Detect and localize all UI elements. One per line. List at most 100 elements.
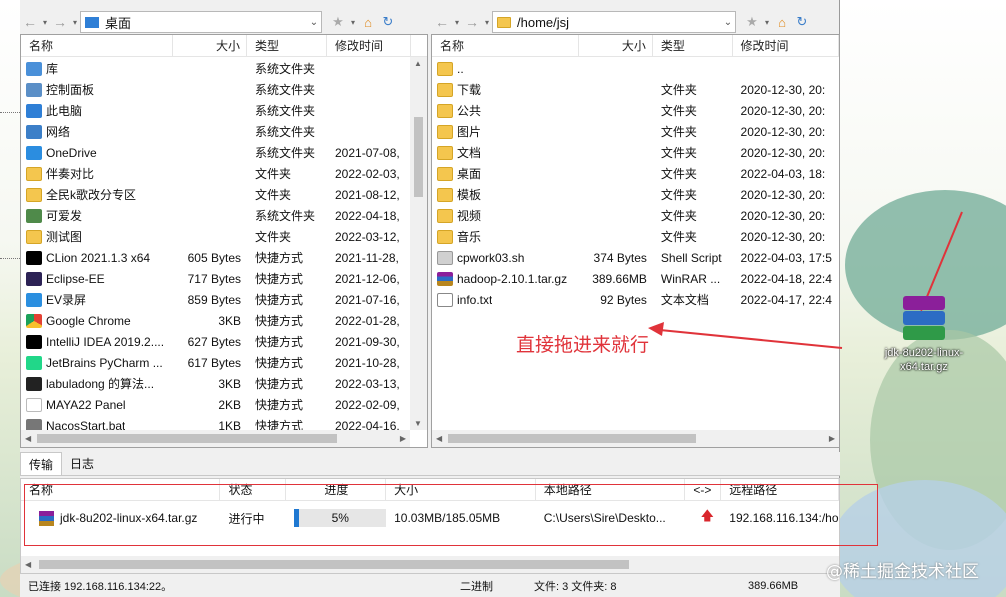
- list-item[interactable]: cpwork03.sh 374 Bytes Shell Script 2022-04-…: [432, 247, 839, 268]
- scroll-right-icon[interactable]: ▶: [829, 434, 835, 443]
- scrollbar-thumb[interactable]: [39, 560, 629, 569]
- scrollbar-thumb[interactable]: [414, 117, 423, 197]
- vertical-scrollbar[interactable]: ▲ ▼: [410, 57, 427, 430]
- column-header-progress[interactable]: 进度: [286, 479, 387, 500]
- list-item[interactable]: ..: [432, 58, 839, 79]
- home-icon[interactable]: ⌂: [772, 12, 792, 32]
- column-header-name[interactable]: 名称: [21, 35, 173, 57]
- list-item[interactable]: 测试图 文件夹 2022-03-12,: [21, 226, 427, 247]
- list-item[interactable]: 公共 文件夹 2020-12-30, 20:: [432, 100, 839, 121]
- list-item[interactable]: EV录屏 859 Bytes 快捷方式 2021-07-16,: [21, 289, 427, 310]
- file-modified: 2022-04-18, 22:4: [740, 271, 832, 286]
- column-header-name[interactable]: 名称: [432, 35, 580, 57]
- scroll-right-icon[interactable]: ▶: [400, 434, 406, 443]
- file-name: hadoop-2.10.1.tar.gz: [457, 271, 568, 286]
- list-item[interactable]: 下载 文件夹 2020-12-30, 20:: [432, 79, 839, 100]
- file-type: 文件夹: [255, 167, 292, 181]
- local-path-combo[interactable]: 桌面 ⌄: [80, 11, 322, 33]
- desktop-file-icon[interactable]: jdk-8u202-linux-x64.tar.gz: [884, 296, 964, 374]
- list-item[interactable]: 全民k歌改分专区 文件夹 2021-08-12,: [21, 184, 427, 205]
- horizontal-scrollbar[interactable]: ◀: [21, 556, 839, 573]
- list-item[interactable]: hadoop-2.10.1.tar.gz 389.66MB WinRAR ... 20…: [432, 268, 839, 289]
- column-header-size[interactable]: 大小: [386, 479, 536, 500]
- list-item[interactable]: info.txt 92 Bytes 文本文档 2022-04-17, 22:4: [432, 289, 839, 310]
- total-size: 389.66MB: [748, 579, 799, 592]
- scroll-left-icon[interactable]: ◀: [436, 434, 442, 443]
- chevron-down-icon[interactable]: ▾: [482, 18, 492, 27]
- list-item[interactable]: Google Chrome 3KB 快捷方式 2022-01-28,: [21, 310, 427, 331]
- list-item[interactable]: 网络 系统文件夹: [21, 121, 427, 142]
- list-item[interactable]: 桌面 文件夹 2022-04-03, 18:: [432, 163, 839, 184]
- chevron-down-icon[interactable]: ⌄: [307, 17, 321, 28]
- column-header-type[interactable]: 类型: [653, 35, 733, 57]
- star-icon[interactable]: ★: [328, 12, 348, 32]
- list-item[interactable]: CLion 2021.1.3 x64 605 Bytes 快捷方式 2021-11-2…: [21, 247, 427, 268]
- column-header-modified[interactable]: 修改时间: [327, 35, 411, 57]
- connection-status: 已连接 192.168.116.134:22。: [28, 580, 173, 593]
- file-name: Google Chrome: [46, 313, 131, 328]
- list-item[interactable]: Eclipse-EE 717 Bytes 快捷方式 2021-12-06,: [21, 268, 427, 289]
- transfer-queue-header: 名称 状态 进度 大小 本地路径 <-> 远程路径: [21, 479, 839, 501]
- list-item[interactable]: OneDrive 系统文件夹 2021-07-08,: [21, 142, 427, 163]
- file-name: cpwork03.sh: [457, 250, 525, 265]
- column-header-local-path[interactable]: 本地路径: [536, 479, 686, 500]
- forward-arrow-icon[interactable]: →: [462, 12, 482, 32]
- transfer-file-name: jdk-8u202-linux-x64.tar.gz: [60, 511, 198, 525]
- list-item[interactable]: 伴奏对比 文件夹 2022-02-03,: [21, 163, 427, 184]
- back-arrow-icon[interactable]: ←: [432, 12, 452, 32]
- file-modified: 2020-12-30, 20:: [740, 82, 826, 97]
- column-header-remote-path[interactable]: 远程路径: [721, 479, 839, 500]
- remote-path-combo[interactable]: /home/jsj ⌄: [492, 11, 736, 33]
- star-icon[interactable]: ★: [742, 12, 762, 32]
- column-header-direction[interactable]: <->: [685, 479, 722, 500]
- chevron-down-icon[interactable]: ▾: [762, 18, 772, 27]
- column-header-size[interactable]: 大小: [173, 35, 247, 57]
- local-file-list[interactable]: 名称 大小 类型 修改时间 库系统文件夹 控制面板 系统文件夹 此电脑 系统文件夹 网络系…: [20, 34, 428, 448]
- list-item[interactable]: 控制面板 系统文件夹: [21, 79, 427, 100]
- home-icon[interactable]: ⌂: [358, 12, 378, 32]
- chevron-down-icon[interactable]: ▾: [40, 18, 50, 27]
- scrollbar-thumb[interactable]: [37, 434, 337, 443]
- list-item[interactable]: 此电脑 系统文件夹: [21, 100, 427, 121]
- list-item[interactable]: 音乐 文件夹 2020-12-30, 20:: [432, 226, 839, 247]
- scroll-left-icon[interactable]: ◀: [25, 560, 31, 569]
- horizontal-scrollbar[interactable]: ◀ ▶: [432, 430, 839, 447]
- list-item[interactable]: MAYA22 Panel 2KB 快捷方式 2022-02-09,: [21, 394, 427, 415]
- tab-transfer[interactable]: 传输: [20, 452, 63, 475]
- horizontal-scrollbar[interactable]: ◀ ▶: [21, 430, 410, 447]
- scrollbar-thumb[interactable]: [448, 434, 696, 443]
- refresh-icon[interactable]: ↻: [378, 12, 398, 32]
- column-header-status[interactable]: 状态: [220, 479, 287, 500]
- list-item[interactable]: 可爱发 系统文件夹 2022-04-18,: [21, 205, 427, 226]
- chevron-down-icon[interactable]: ▾: [348, 18, 358, 27]
- list-item[interactable]: JetBrains PyCharm ... 617 Bytes 快捷方式 2021-1…: [21, 352, 427, 373]
- chevron-down-icon[interactable]: ▾: [452, 18, 462, 27]
- upload-arrow-icon: 🡅: [700, 508, 714, 523]
- tab-log[interactable]: 日志: [62, 452, 102, 475]
- refresh-icon[interactable]: ↻: [792, 12, 812, 32]
- list-item[interactable]: IntelliJ IDEA 2019.2.... 627 Bytes 快捷方式 202…: [21, 331, 427, 352]
- remote-file-list[interactable]: 名称 大小 类型 修改时间 .. 下载 文件夹 2020-12-30, 20: 公共 文件…: [431, 34, 840, 448]
- chrome-icon: [26, 313, 42, 328]
- scroll-down-icon[interactable]: ▼: [414, 419, 422, 428]
- scroll-up-icon[interactable]: ▲: [414, 59, 422, 68]
- list-item[interactable]: 视频 文件夹 2020-12-30, 20:: [432, 205, 839, 226]
- forward-arrow-icon[interactable]: →: [50, 12, 70, 32]
- list-item[interactable]: 文档 文件夹 2020-12-30, 20:: [432, 142, 839, 163]
- list-item[interactable]: 模板 文件夹 2020-12-30, 20:: [432, 184, 839, 205]
- chevron-down-icon[interactable]: ▾: [70, 18, 80, 27]
- list-item[interactable]: labuladong 的算法... 3KB 快捷方式 2022-03-13,: [21, 373, 427, 394]
- file-name: 伴奏对比: [46, 167, 95, 181]
- column-header-name[interactable]: 名称: [21, 479, 221, 500]
- file-type: 文件夹: [255, 230, 292, 244]
- column-header-size[interactable]: 大小: [579, 35, 653, 57]
- column-header-type[interactable]: 类型: [247, 35, 327, 57]
- list-item[interactable]: 图片 文件夹 2020-12-30, 20:: [432, 121, 839, 142]
- scroll-left-icon[interactable]: ◀: [25, 434, 31, 443]
- back-arrow-icon[interactable]: ←: [20, 12, 40, 32]
- chevron-down-icon[interactable]: ⌄: [721, 17, 735, 28]
- column-header-modified[interactable]: 修改时间: [733, 35, 839, 57]
- transfer-row[interactable]: jdk-8u202-linux-x64.tar.gz 进行中 5% 10.03M…: [21, 504, 839, 532]
- file-type: 快捷方式: [255, 251, 304, 265]
- list-item[interactable]: 库 系统文件夹: [21, 58, 427, 79]
